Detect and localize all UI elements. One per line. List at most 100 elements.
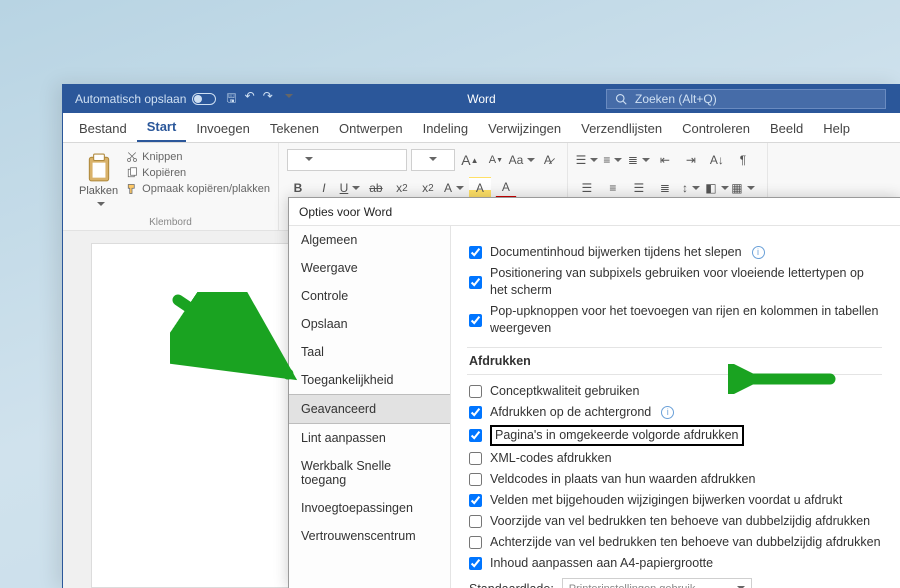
dialog-nav-item[interactable]: Controle [289, 282, 450, 310]
align-center-button[interactable]: ≡ [602, 177, 624, 199]
qat-more-icon[interactable] [281, 89, 293, 110]
copy-icon [126, 167, 138, 179]
grow-font-button[interactable]: A▲ [459, 149, 481, 171]
sort-button[interactable]: A↓ [706, 149, 728, 171]
cut-button[interactable]: Knippen [126, 151, 270, 163]
align-right-button[interactable]: ☰ [628, 177, 650, 199]
subscript-button[interactable]: x2 [391, 177, 413, 199]
dialog-nav-item[interactable]: Toegankelijkheid [289, 366, 450, 394]
checkbox-input[interactable] [469, 452, 482, 465]
dialog-nav-item[interactable]: Algemeen [289, 226, 450, 254]
checkbox-input[interactable] [469, 276, 482, 289]
font-size-combo[interactable] [411, 149, 455, 171]
dialog-nav-item[interactable]: Invoegtoepassingen [289, 494, 450, 522]
bullets-button[interactable]: ☰ [576, 149, 598, 171]
ribbon-tab-controleren[interactable]: Controleren [672, 115, 760, 142]
show-marks-button[interactable]: ¶ [732, 149, 754, 171]
dialog-nav-item[interactable]: Taal [289, 338, 450, 366]
change-case-button[interactable]: Aa [511, 149, 533, 171]
option-checkbox[interactable]: XML-codes afdrukken [469, 450, 882, 467]
checkbox-input[interactable] [469, 473, 482, 486]
option-checkbox[interactable]: Documentinhoud bijwerken tijdens het sle… [469, 244, 882, 261]
search-placeholder: Zoeken (Alt+Q) [635, 92, 717, 106]
ribbon-tab-help[interactable]: Help [813, 115, 860, 142]
brush-icon [126, 183, 138, 195]
dialog-nav-item[interactable]: Opslaan [289, 310, 450, 338]
ribbon-tab-verwijzingen[interactable]: Verwijzingen [478, 115, 571, 142]
search-box[interactable]: Zoeken (Alt+Q) [606, 89, 886, 109]
indent-button[interactable]: ⇥ [680, 149, 702, 171]
option-checkbox[interactable]: Conceptkwaliteit gebruiken [469, 383, 882, 400]
ribbon-tab-bestand[interactable]: Bestand [69, 115, 137, 142]
dialog-nav-item[interactable]: Werkbalk Snelle toegang [289, 452, 450, 494]
align-left-button[interactable]: ☰ [576, 177, 598, 199]
checkbox-input[interactable] [469, 246, 482, 259]
italic-button[interactable]: I [313, 177, 335, 199]
option-checkbox[interactable]: Afdrukken op de achtergrondi [469, 404, 882, 421]
option-checkbox[interactable]: Pop-upknoppen voor het toevoegen van rij… [469, 303, 882, 337]
option-checkbox[interactable]: Achterzijde van vel bedrukken ten behoev… [469, 534, 882, 551]
checkbox-label: Pagina's in omgekeerde volgorde afdrukke… [495, 428, 739, 442]
format-painter-button[interactable]: Opmaak kopiëren/plakken [126, 183, 270, 195]
clear-format-button[interactable]: A̷ [537, 149, 559, 171]
option-checkbox[interactable]: Positionering van subpixels gebruiken vo… [469, 265, 882, 299]
ribbon-tab-beeld[interactable]: Beeld [760, 115, 813, 142]
checkbox-input[interactable] [469, 406, 482, 419]
checkbox-input[interactable] [469, 557, 482, 570]
text-effects-button[interactable]: A [443, 177, 465, 199]
multilevel-button[interactable]: ≣ [628, 149, 650, 171]
search-icon [615, 93, 627, 105]
checkbox-input[interactable] [469, 385, 482, 398]
ribbon-tab-ontwerpen[interactable]: Ontwerpen [329, 115, 413, 142]
font-color-button[interactable]: A [495, 177, 517, 199]
info-icon[interactable]: i [661, 406, 674, 419]
checkbox-input[interactable] [469, 494, 482, 507]
option-checkbox[interactable]: Voorzijde van vel bedrukken ten behoeve … [469, 513, 882, 530]
copy-button[interactable]: Kopiëren [126, 167, 270, 179]
shrink-font-button[interactable]: A▼ [485, 149, 507, 171]
ribbon-tab-indeling[interactable]: Indeling [413, 115, 479, 142]
redo-icon[interactable]: ↷ [263, 89, 273, 110]
quick-access-toolbar[interactable]: 🖫 ↶ ↷ [226, 89, 292, 110]
strike-button[interactable]: ab [365, 177, 387, 199]
checkbox-input[interactable] [469, 314, 482, 327]
dialog-nav-item[interactable]: Vertrouwenscentrum [289, 522, 450, 550]
outdent-button[interactable]: ⇤ [654, 149, 676, 171]
superscript-button[interactable]: x2 [417, 177, 439, 199]
checkbox-input[interactable] [469, 515, 482, 528]
dialog-nav-item[interactable]: Lint aanpassen [289, 424, 450, 452]
borders-button[interactable]: ▦ [732, 177, 754, 199]
checkbox-input[interactable] [469, 536, 482, 549]
shading-button[interactable]: ◧ [706, 177, 728, 199]
dialog-nav-item[interactable]: Geavanceerd [289, 394, 450, 424]
dialog-nav: AlgemeenWeergaveControleOpslaanTaalToega… [289, 226, 451, 588]
paste-label: Plakken [79, 185, 118, 197]
ribbon-tab-verzendlijsten[interactable]: Verzendlijsten [571, 115, 672, 142]
justify-button[interactable]: ≣ [654, 177, 676, 199]
highlight-button[interactable]: A [469, 177, 491, 199]
default-tray-combo[interactable]: Printerinstellingen gebruik... [562, 578, 752, 588]
dialog-content: Documentinhoud bijwerken tijdens het sle… [451, 226, 900, 588]
ribbon-tab-invoegen[interactable]: Invoegen [186, 115, 260, 142]
option-checkbox[interactable]: Velden met bijgehouden wijzigingen bijwe… [469, 492, 882, 509]
dialog-nav-item[interactable]: Weergave [289, 254, 450, 282]
option-checkbox[interactable]: Veldcodes in plaats van hun waarden afdr… [469, 471, 882, 488]
numbering-button[interactable]: ≡ [602, 149, 624, 171]
ribbon-group-clipboard: Plakken Knippen Kopiëren Opmaak kopiëren… [63, 143, 279, 230]
default-tray-row: Standaardlade: Printerinstellingen gebru… [469, 578, 882, 588]
line-spacing-button[interactable]: ↕ [680, 177, 702, 199]
ribbon-tab-tekenen[interactable]: Tekenen [260, 115, 329, 142]
title-bar: Automatisch opslaan 🖫 ↶ ↷ Word Zoeken (A… [63, 85, 900, 113]
save-icon[interactable]: 🖫 [226, 89, 236, 110]
info-icon[interactable]: i [752, 246, 765, 259]
underline-button[interactable]: U [339, 177, 361, 199]
undo-icon[interactable]: ↶ [245, 89, 255, 110]
checkbox-input[interactable] [469, 429, 482, 442]
group-label-clipboard: Klembord [63, 217, 278, 228]
ribbon-tab-start[interactable]: Start [137, 113, 187, 142]
autosave-toggle[interactable]: Automatisch opslaan [75, 92, 216, 106]
option-checkbox[interactable]: Pagina's in omgekeerde volgorde afdrukke… [469, 425, 882, 446]
option-checkbox[interactable]: Inhoud aanpassen aan A4-papiergrootte [469, 555, 882, 572]
bold-button[interactable]: B [287, 177, 309, 199]
font-family-combo[interactable] [287, 149, 407, 171]
